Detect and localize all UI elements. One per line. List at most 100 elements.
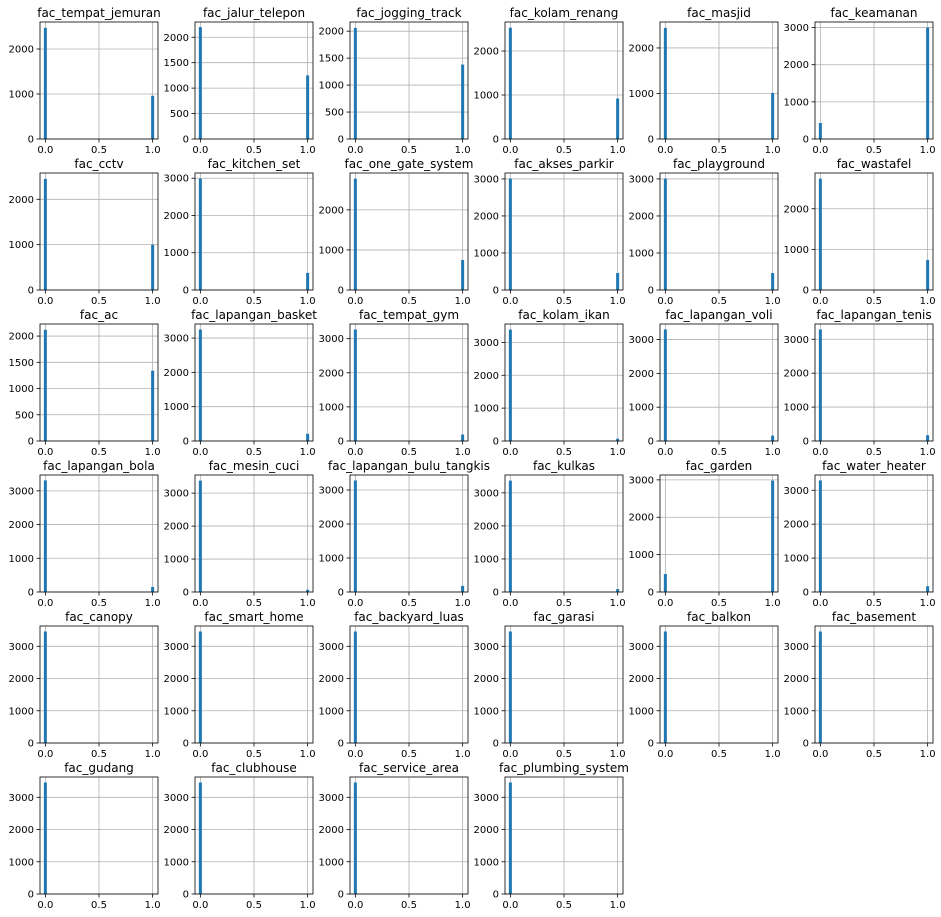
histogram-bar: [306, 272, 310, 290]
y-tick-label: 0: [183, 739, 189, 750]
y-tick-label: 0: [803, 437, 809, 448]
x-tick-label: 1.0: [300, 749, 316, 760]
x-tick-label: 1.0: [455, 749, 471, 760]
x-tick-label: 0.5: [711, 598, 727, 609]
x-tick-label: 0.5: [91, 296, 107, 307]
subplot-fac_kolam_renang: fac_kolam_renang 0.0 0.5 1.0 0 1000 2000: [474, 6, 626, 156]
histogram-bar: [353, 782, 357, 894]
y-tick-label: 3000: [319, 334, 344, 345]
y-tick-label: 2000: [9, 195, 34, 206]
histogram-bar: [818, 480, 822, 592]
histogram-bar: [663, 27, 667, 139]
histogram-bar: [508, 480, 512, 592]
histogram-bar: [926, 586, 930, 592]
y-tick-label: 3000: [319, 793, 344, 804]
histogram-bar: [151, 95, 155, 139]
subplot-fac_gudang: fac_gudang 0.0 0.5 1.0 0 1000 2000 3000: [9, 761, 161, 911]
histogram-bar: [151, 586, 155, 592]
y-tick-label: 1000: [319, 857, 344, 868]
y-tick-label: 500: [15, 410, 34, 421]
histogram-bar: [508, 329, 512, 441]
subplot-fac_garasi: fac_garasi 0.0 0.5 1.0 0 1000 2000 3000: [474, 610, 626, 760]
subplot-fac_lapangan_bola: fac_lapangan_bola 0.0 0.5 1.0 0 1000 2000 3000: [9, 459, 161, 609]
subplot-title: fac_masjid: [687, 6, 751, 20]
x-tick-label: 0.0: [37, 598, 53, 609]
y-tick-label: 0: [493, 437, 499, 448]
x-tick-label: 0.0: [347, 749, 363, 760]
y-tick-label: 2000: [319, 825, 344, 836]
x-tick-label: 0.5: [91, 447, 107, 458]
x-tick-label: 0.5: [866, 145, 882, 156]
y-tick-label: 3000: [319, 485, 344, 496]
subplot-title: fac_balkon: [687, 610, 751, 624]
histogram-bar: [43, 480, 47, 592]
subplot-fac_backyard_luas: fac_backyard_luas 0.0 0.5 1.0 0 1000 2000 3000: [319, 610, 471, 760]
histogram-bar: [353, 329, 357, 441]
histogram-bar: [306, 75, 310, 139]
x-tick-label: 1.0: [920, 296, 936, 307]
y-tick-label: 2000: [164, 674, 189, 685]
subplot-title: fac_water_heater: [822, 459, 926, 473]
y-tick-label: 0: [183, 890, 189, 901]
y-tick-label: 0: [338, 890, 344, 901]
subplot-fac_lapangan_bulu_tangkis: fac_lapangan_bulu_tangkis 0.0 0.5 1.0 0 1000 2…: [319, 459, 490, 609]
histogram-bar: [461, 64, 465, 139]
x-tick-label: 1.0: [455, 900, 471, 911]
x-tick-label: 1.0: [145, 900, 161, 911]
subplot-title: fac_lapangan_bola: [43, 459, 155, 473]
y-tick-label: 2000: [784, 520, 809, 531]
x-tick-label: 0.5: [246, 598, 262, 609]
subplot-title: fac_basement: [832, 610, 916, 624]
y-tick-label: 1000: [9, 857, 34, 868]
y-tick-label: 2000: [784, 369, 809, 380]
y-tick-label: 0: [803, 135, 809, 146]
y-tick-label: 1000: [164, 402, 189, 413]
histogram-bar: [771, 480, 775, 592]
y-tick-label: 1000: [319, 553, 344, 564]
x-tick-label: 0.0: [192, 900, 208, 911]
y-tick-label: 1000: [319, 402, 344, 413]
subplot-fac_akses_parkir: fac_akses_parkir 0.0 0.5 1.0 0 1000 2000 3000: [474, 157, 626, 307]
subplot-fac_wastafel: fac_wastafel 0.0 0.5 1.0 0 1000 2000: [784, 157, 936, 307]
subplot-title: fac_kitchen_set: [208, 157, 301, 171]
y-tick-label: 0: [28, 588, 34, 599]
x-tick-label: 0.5: [866, 296, 882, 307]
x-tick-label: 1.0: [145, 145, 161, 156]
x-tick-label: 0.0: [657, 598, 673, 609]
x-tick-label: 0.0: [192, 296, 208, 307]
y-tick-label: 3000: [629, 642, 654, 653]
histogram-bar: [508, 178, 512, 290]
subplot-fac_mesin_cuci: fac_mesin_cuci 0.0 0.5 1.0 0 1000 2000 3000: [164, 459, 316, 609]
subplot-fac_jalur_telepon: fac_jalur_telepon 0.0 0.5 1.0 0 500 1000 1500 20…: [164, 6, 316, 156]
x-tick-label: 0.0: [812, 749, 828, 760]
histogram-bar: [818, 631, 822, 743]
y-tick-label: 0: [803, 286, 809, 297]
x-tick-label: 0.5: [246, 296, 262, 307]
y-tick-label: 0: [28, 437, 34, 448]
x-tick-label: 0.5: [556, 447, 572, 458]
subplot-title: fac_tempat_jemuran: [37, 6, 161, 20]
histogram-bar: [151, 370, 155, 441]
histogram-bar: [616, 98, 620, 139]
x-tick-label: 1.0: [610, 145, 626, 156]
x-tick-label: 0.5: [91, 145, 107, 156]
y-tick-label: 2000: [474, 521, 499, 532]
histogram-bar: [198, 178, 202, 290]
x-tick-label: 1.0: [920, 598, 936, 609]
y-tick-label: 0: [648, 437, 654, 448]
y-tick-label: 1000: [784, 403, 809, 414]
subplot-fac_playground: fac_playground 0.0 0.5 1.0 0 1000 2000 3000: [629, 157, 781, 307]
histogram-bar: [663, 329, 667, 441]
x-tick-label: 0.0: [657, 296, 673, 307]
y-tick-label: 1000: [164, 84, 189, 95]
y-tick-label: 2000: [319, 519, 344, 530]
x-tick-label: 1.0: [610, 447, 626, 458]
y-tick-label: 2000: [474, 674, 499, 685]
y-tick-label: 1000: [629, 706, 654, 717]
y-tick-label: 1500: [9, 358, 34, 369]
subplot-fac_kulkas: fac_kulkas 0.0 0.5 1.0 0 1000 2000 3000: [474, 459, 626, 609]
y-tick-label: 0: [338, 135, 344, 146]
subplot-title: fac_service_area: [359, 761, 459, 775]
subplot-fac_cctv: fac_cctv 0.0 0.5 1.0 0 1000 2000: [9, 157, 161, 307]
x-tick-label: 1.0: [920, 145, 936, 156]
